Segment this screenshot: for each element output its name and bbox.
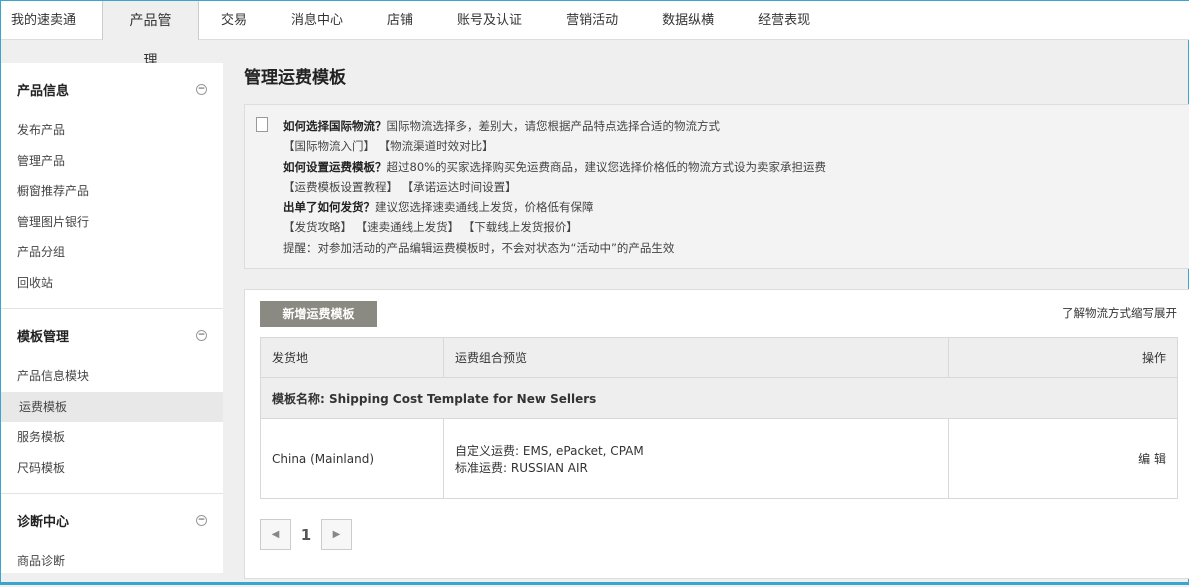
link[interactable]: 【发货攻略】: [283, 220, 352, 234]
sidebar-item-shipping-template[interactable]: 运费模板: [1, 391, 223, 422]
question: 如何选择国际物流？: [283, 119, 387, 133]
sidebar-item[interactable]: 尺码模板: [1, 453, 223, 484]
section-header[interactable]: 模板管理 −: [1, 309, 223, 361]
collapse-icon[interactable]: −: [196, 514, 207, 526]
link[interactable]: 【承诺运达时间设置】: [402, 180, 517, 194]
template-name-row: 模板名称: Shipping Cost Template for New Sel…: [260, 377, 1178, 419]
answer: 超过80%的买家选择购买免运费商品，建议您选择价格低的物流方式设为卖家承担运费: [386, 159, 827, 174]
sidebar: 产品信息 − 发布产品 管理产品 橱窗推荐产品 管理图片银行 产品分组 回收站 模…: [1, 63, 223, 573]
link[interactable]: 【物流渠道时效对比】: [379, 139, 494, 153]
collapse-icon[interactable]: −: [196, 329, 207, 341]
sidebar-section-product-info: 产品信息 − 发布产品 管理产品 橱窗推荐产品 管理图片银行 产品分组 回收站: [1, 63, 223, 309]
page-title: 管理运费模板: [244, 68, 346, 88]
col-actions: 操作: [948, 337, 1178, 378]
sidebar-item[interactable]: 产品分组: [1, 237, 223, 268]
sidebar-item[interactable]: 管理图片银行: [1, 207, 223, 238]
nav-store[interactable]: 店铺: [365, 1, 435, 40]
link[interactable]: 【下载线上发货报价】: [463, 220, 578, 234]
nav-messages[interactable]: 消息中心: [269, 1, 365, 40]
note: 提醒：对参加活动的产品编辑运费模板时，不会对状态为“活动中”的产品生效: [283, 240, 675, 255]
answer: 国际物流选择多，差别大，请您根据产品特点选择合适的物流方式: [386, 119, 721, 133]
pagination: ◀ 1 ▶: [260, 519, 352, 550]
sidebar-item[interactable]: 产品信息模块: [1, 361, 223, 392]
link[interactable]: 【国际物流入门】: [283, 139, 375, 153]
collapse-icon[interactable]: −: [196, 83, 207, 95]
question: 如何设置运费模板？: [283, 159, 387, 174]
sidebar-section-templates: 模板管理 − 产品信息模块 运费模板 服务模板 尺码模板: [1, 309, 223, 494]
section-title: 模板管理: [17, 329, 70, 345]
sidebar-item[interactable]: 回收站: [1, 268, 223, 299]
custom-shipping: 自定义运费: EMS, ePacket, CPAM: [455, 443, 644, 458]
answer: 建议您选择速卖通线上发货，价格低有保障: [375, 200, 594, 215]
expand-abbrev-link[interactable]: 了解物流方式缩写展开: [1062, 305, 1177, 321]
table-row: China (Mainland) 自定义运费: EMS, ePacket, CP…: [260, 418, 1178, 499]
template-name: Shipping Cost Template for New Sellers: [329, 391, 597, 406]
prev-page-icon[interactable]: ◀: [260, 519, 291, 550]
section-title: 产品信息: [17, 83, 70, 99]
sidebar-item[interactable]: 发布产品: [1, 115, 223, 146]
template-label: 模板名称:: [272, 391, 325, 406]
sidebar-item[interactable]: 橱窗推荐产品: [1, 176, 223, 207]
add-template-button[interactable]: 新增运费模板: [260, 301, 377, 327]
template-panel: 新增运费模板 了解物流方式缩写展开 发货地 运费组合预览 操作 模板名称: Ship…: [244, 289, 1189, 579]
page-number[interactable]: 1: [291, 526, 321, 544]
next-page-icon[interactable]: ▶: [321, 519, 352, 550]
nav-marketing[interactable]: 营销活动: [544, 1, 640, 40]
sidebar-item[interactable]: 服务模板: [1, 422, 223, 453]
nav-product-management[interactable]: 产品管理: [102, 1, 199, 69]
link[interactable]: 【运费模板设置教程】: [283, 180, 398, 194]
origin: China (Mainland): [260, 418, 444, 499]
top-nav: 我的速卖通 产品管理 交易 消息中心 店铺 账号及认证 营销活动 数据纵横 经营…: [1, 1, 1189, 69]
edit-link[interactable]: 编 辑: [948, 418, 1178, 499]
info-box: 如何选择国际物流？国际物流选择多，差别大，请您根据产品特点选择合适的物流方式 【…: [244, 104, 1189, 269]
nav-account[interactable]: 账号及认证: [435, 1, 544, 40]
section-header[interactable]: 诊断中心 −: [1, 494, 223, 546]
preview: 自定义运费: EMS, ePacket, CPAM 标准运费: RUSSIAN A…: [443, 418, 949, 499]
link[interactable]: 【速卖通线上发货】: [356, 220, 460, 234]
sidebar-item[interactable]: 商品诊断: [1, 546, 223, 577]
document-icon: [256, 117, 268, 132]
nav-performance[interactable]: 经营表现: [736, 1, 832, 40]
sidebar-item[interactable]: 管理产品: [1, 146, 223, 177]
question: 出单了如何发货？: [283, 200, 375, 215]
col-preview: 运费组合预览: [443, 337, 949, 378]
standard-shipping: 标准运费: RUSSIAN AIR: [455, 460, 588, 475]
template-table: 发货地 运费组合预览 操作 模板名称: Shipping Cost Template…: [260, 337, 1178, 499]
nav-data[interactable]: 数据纵横: [640, 1, 736, 40]
nav-trade[interactable]: 交易: [199, 1, 269, 40]
sidebar-section-diagnosis: 诊断中心 − 商品诊断: [1, 494, 223, 587]
section-title: 诊断中心: [17, 514, 70, 530]
col-origin: 发货地: [260, 337, 444, 378]
nav-my-aliexpress[interactable]: 我的速卖通: [1, 1, 102, 40]
section-header[interactable]: 产品信息 −: [1, 63, 223, 115]
